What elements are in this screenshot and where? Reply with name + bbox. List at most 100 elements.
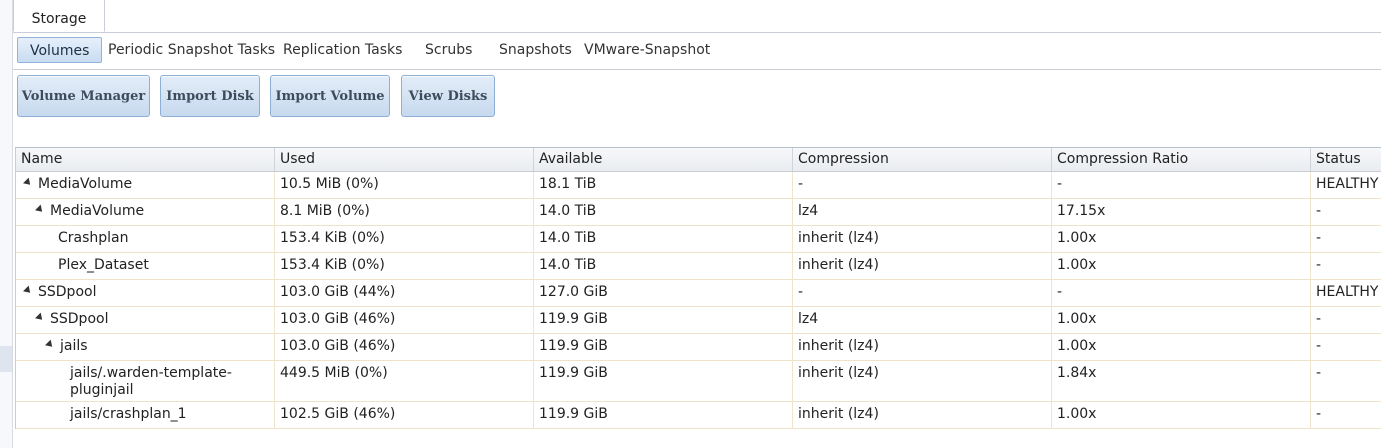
column-header-name[interactable]: Name <box>16 148 275 171</box>
row-name-label: SSDpool <box>50 311 109 327</box>
cell-status: - <box>1311 199 1381 226</box>
cell-ratio: - <box>1052 280 1311 307</box>
cell-compression: - <box>793 280 1052 307</box>
volumes-tree-grid: Name Used Available Compression Compression … <box>15 147 1381 429</box>
subtab-scrubs[interactable]: Scrubs <box>425 37 472 63</box>
column-header-ratio[interactable]: Compression Ratio <box>1052 148 1311 171</box>
cell-ratio: 1.84x <box>1052 361 1311 402</box>
cell-available: 127.0 GiB <box>534 280 793 307</box>
column-header-status[interactable]: Status <box>1311 148 1381 171</box>
expand-toggle-icon[interactable] <box>45 339 55 350</box>
cell-name: MediaVolume <box>16 172 275 199</box>
cell-status: - <box>1311 307 1381 334</box>
cell-available: 119.9 GiB <box>534 307 793 334</box>
subtab-replication-tasks[interactable]: Replication Tasks <box>283 37 402 63</box>
grid-header: Name Used Available Compression Compression … <box>16 148 1381 172</box>
cell-used: 153.4 KiB (0%) <box>275 253 534 280</box>
table-row[interactable]: MediaVolume 8.1 MiB (0%) 14.0 TiB lz4 17.15x… <box>16 199 1381 226</box>
cell-name: SSDpool <box>16 280 275 307</box>
table-row[interactable]: jails 103.0 GiB (46%) 119.9 GiB inherit (lz… <box>16 334 1381 361</box>
cell-ratio: 1.00x <box>1052 402 1311 429</box>
view-disks-button[interactable]: View Disks <box>401 75 495 117</box>
row-name-label: MediaVolume <box>50 203 145 219</box>
top-tab-bar: Storage <box>13 0 1381 33</box>
cell-available: 18.1 TiB <box>534 172 793 199</box>
table-row[interactable]: Plex_Dataset 153.4 KiB (0%) 14.0 TiB inheri… <box>16 253 1381 280</box>
cell-ratio: 1.00x <box>1052 334 1311 361</box>
cell-status: - <box>1311 334 1381 361</box>
cell-compression: inherit (lz4) <box>793 334 1052 361</box>
cell-available: 14.0 TiB <box>534 199 793 226</box>
cell-used: 103.0 GiB (44%) <box>275 280 534 307</box>
cell-available: 14.0 TiB <box>534 226 793 253</box>
cell-compression: inherit (lz4) <box>793 402 1052 429</box>
cell-compression: lz4 <box>793 199 1052 226</box>
row-name-label: MediaVolume <box>38 176 133 192</box>
cell-ratio: 1.00x <box>1052 226 1311 253</box>
subtab-snapshots[interactable]: Snapshots <box>499 37 572 63</box>
cell-status: - <box>1311 361 1381 402</box>
table-row[interactable]: MediaVolume 10.5 MiB (0%) 18.1 TiB - - HEALTH… <box>16 172 1381 199</box>
cell-name: jails/.warden-template-pluginjail <box>16 361 275 402</box>
cell-ratio: - <box>1052 172 1311 199</box>
row-name-label: jails <box>60 338 88 354</box>
cell-name: Crashplan <box>16 226 275 253</box>
expand-toggle-icon[interactable] <box>35 312 45 323</box>
left-navigation-strip <box>0 0 13 448</box>
expand-toggle-icon[interactable] <box>23 177 33 188</box>
column-header-compression[interactable]: Compression <box>793 148 1052 171</box>
cell-available: 14.0 TiB <box>534 253 793 280</box>
subtab-volumes[interactable]: Volumes <box>17 37 103 63</box>
table-row[interactable]: SSDpool 103.0 GiB (46%) 119.9 GiB lz4 1.00x - <box>16 307 1381 334</box>
cell-compression: inherit (lz4) <box>793 226 1052 253</box>
table-row[interactable]: jails/crashplan_1 102.5 GiB (46%) 119.9 Gi… <box>16 402 1381 429</box>
cell-ratio: 1.00x <box>1052 307 1311 334</box>
row-name-label: jails/crashplan_1 <box>70 406 187 422</box>
cell-status: HEALTHY <box>1311 172 1381 199</box>
table-row[interactable]: jails/.warden-template-pluginjail 449.5 M… <box>16 361 1381 402</box>
cell-compression: - <box>793 172 1052 199</box>
cell-used: 449.5 MiB (0%) <box>275 361 534 402</box>
row-name-label: SSDpool <box>38 284 97 300</box>
import-disk-button[interactable]: Import Disk <box>160 75 260 117</box>
column-header-used[interactable]: Used <box>275 148 534 171</box>
cell-name: Plex_Dataset <box>16 253 275 280</box>
cell-used: 103.0 GiB (46%) <box>275 334 534 361</box>
cell-available: 119.9 GiB <box>534 334 793 361</box>
cell-name: jails/crashplan_1 <box>16 402 275 429</box>
cell-used: 102.5 GiB (46%) <box>275 402 534 429</box>
cell-ratio: 1.00x <box>1052 253 1311 280</box>
row-name-label: jails/.warden-template-pluginjail <box>70 365 232 398</box>
subtab-periodic-snapshot-tasks[interactable]: Periodic Snapshot Tasks <box>108 37 275 63</box>
cell-used: 103.0 GiB (46%) <box>275 307 534 334</box>
tab-storage[interactable]: Storage <box>13 0 105 32</box>
expand-toggle-icon[interactable] <box>35 204 45 215</box>
storage-subtabs: Volumes Periodic Snapshot Tasks Replicat… <box>13 33 1381 70</box>
cell-compression: lz4 <box>793 307 1052 334</box>
table-row[interactable]: SSDpool 103.0 GiB (44%) 127.0 GiB - - HEALTHY <box>16 280 1381 307</box>
cell-available: 119.9 GiB <box>534 402 793 429</box>
cell-used: 8.1 MiB (0%) <box>275 199 534 226</box>
expand-toggle-icon[interactable] <box>23 285 33 296</box>
cell-status: - <box>1311 253 1381 280</box>
cell-status: HEALTHY <box>1311 280 1381 307</box>
cell-status: - <box>1311 226 1381 253</box>
cell-name: jails <box>16 334 275 361</box>
row-name-label: Crashplan <box>58 230 129 246</box>
cell-name: MediaVolume <box>16 199 275 226</box>
volume-manager-button[interactable]: Volume Manager <box>17 75 150 117</box>
cell-compression: inherit (lz4) <box>793 253 1052 280</box>
table-row[interactable]: Crashplan 153.4 KiB (0%) 14.0 TiB inherit (… <box>16 226 1381 253</box>
cell-status: - <box>1311 402 1381 429</box>
cell-name: SSDpool <box>16 307 275 334</box>
subtab-vmware-snapshot[interactable]: VMware-Snapshot <box>584 37 710 63</box>
cell-compression: inherit (lz4) <box>793 361 1052 402</box>
cell-ratio: 17.15x <box>1052 199 1311 226</box>
import-volume-button[interactable]: Import Volume <box>270 75 390 117</box>
cell-available: 119.9 GiB <box>534 361 793 402</box>
cell-used: 153.4 KiB (0%) <box>275 226 534 253</box>
cell-used: 10.5 MiB (0%) <box>275 172 534 199</box>
column-header-available[interactable]: Available <box>534 148 793 171</box>
row-name-label: Plex_Dataset <box>58 257 149 273</box>
left-strip-marker <box>0 346 12 372</box>
